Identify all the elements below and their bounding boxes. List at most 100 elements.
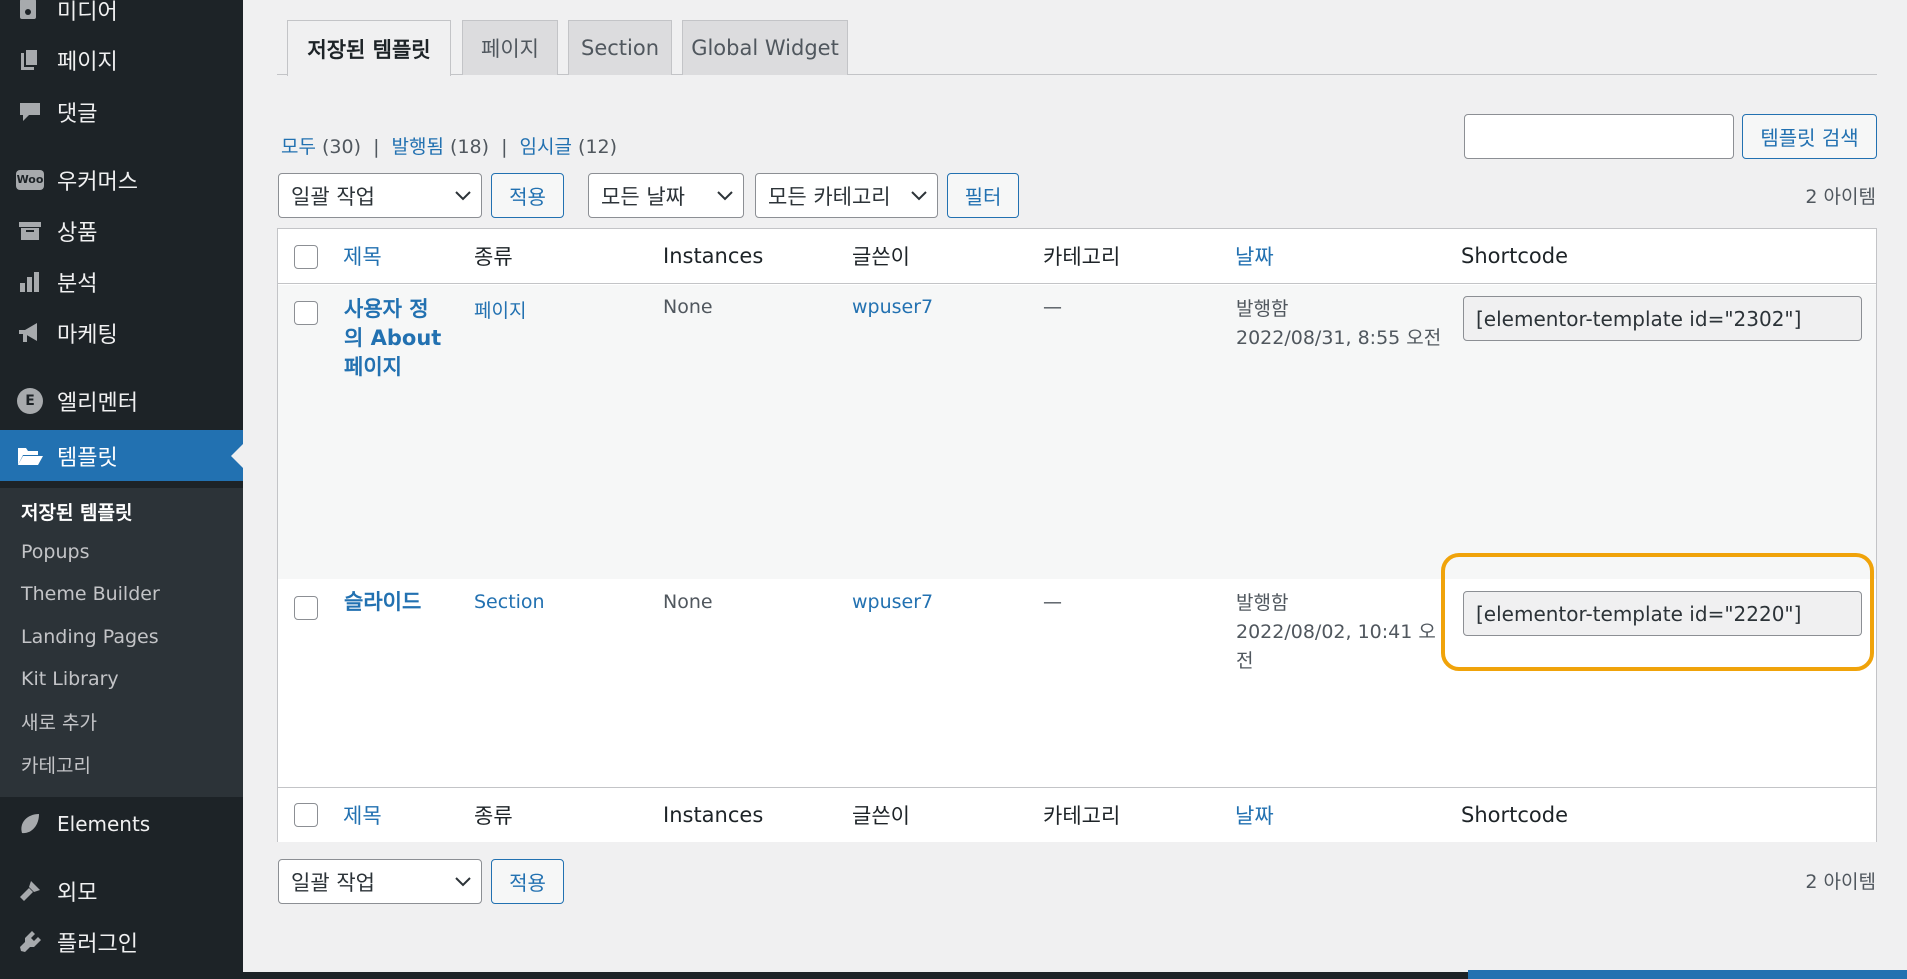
- sidebar-item-analytics[interactable]: 분석: [0, 260, 243, 304]
- sidebar-item-label: 우커머스: [57, 170, 138, 195]
- bulk-action-value: 일괄 작업: [291, 184, 375, 209]
- table-footer: 제목 종류 Instances 글쓴이 카테고리 날짜 Shortcode: [278, 787, 1876, 842]
- row-author-link[interactable]: wpuser7: [852, 296, 933, 318]
- status-link-all[interactable]: 모두 (30): [281, 136, 361, 158]
- sidebar-item-label: 플러그인: [57, 932, 138, 957]
- apply-button-top[interactable]: 적용: [491, 173, 564, 218]
- bulk-action-select-top[interactable]: 일괄 작업: [278, 173, 482, 218]
- chevron-down-icon: [911, 190, 927, 200]
- status-link-published[interactable]: 발행됨 (18): [392, 136, 490, 158]
- separator: |: [501, 136, 508, 158]
- woo-icon: Woo: [16, 166, 44, 194]
- shortcode-field[interactable]: [elementor-template id="2302"]: [1463, 296, 1862, 341]
- row-title-link[interactable]: 슬라이드: [344, 588, 421, 617]
- sidebar-item-label: 페이지: [57, 50, 118, 75]
- column-instances-header: Instances: [663, 244, 764, 268]
- bottom-edge-notice: [1468, 970, 1907, 979]
- status-link-draft[interactable]: 임시글 (12): [520, 136, 618, 158]
- chevron-down-icon: [455, 190, 471, 200]
- column-author-header: 글쓴이: [852, 245, 910, 269]
- title-line: 의 About: [344, 326, 442, 350]
- sidebar-item-label: 템플릿: [57, 445, 118, 471]
- row-category: —: [1043, 591, 1062, 613]
- plugin-icon: [16, 928, 44, 956]
- sidebar-item-elementor[interactable]: E 엘리멘터: [0, 379, 243, 423]
- submenu-item-theme-builder[interactable]: Theme Builder: [21, 583, 160, 605]
- filter-button[interactable]: 필터: [947, 173, 1019, 218]
- sidebar-item-appearance[interactable]: 외모: [0, 869, 243, 913]
- row-date: 발행함 2022/08/31, 8:55 오전: [1236, 295, 1441, 353]
- elementor-icon: E: [16, 387, 44, 415]
- column-shortcode-footer: Shortcode: [1461, 803, 1568, 827]
- chevron-down-icon: [717, 190, 733, 200]
- column-date-header[interactable]: 날짜: [1235, 241, 1274, 271]
- date-filter-select[interactable]: 모든 날짜: [588, 173, 744, 218]
- column-author-footer: 글쓴이: [852, 804, 910, 828]
- row-category: —: [1043, 296, 1062, 318]
- sidebar-item-label: 마케팅: [57, 323, 118, 348]
- title-line: 사용자 정: [344, 297, 429, 321]
- column-title-header[interactable]: 제목: [343, 241, 382, 271]
- select-all-checkbox-footer[interactable]: [294, 803, 318, 827]
- sidebar-item-templates[interactable]: 템플릿: [0, 430, 243, 481]
- search-templates-button[interactable]: 템플릿 검색: [1742, 114, 1877, 159]
- sidebar-item-plugins[interactable]: 플러그인: [0, 920, 243, 964]
- sidebar-submenu: 저장된 템플릿 Popups Theme Builder Landing Pag…: [0, 488, 243, 797]
- tab-saved-templates[interactable]: 저장된 템플릿: [287, 20, 451, 76]
- tab-page[interactable]: 페이지: [462, 20, 558, 75]
- date-filter-value: 모든 날짜: [601, 184, 685, 209]
- date-value: 2022/08/31, 8:55 오전: [1236, 327, 1442, 349]
- category-filter-select[interactable]: 모든 카테고리: [755, 173, 938, 218]
- submenu-item-saved-templates[interactable]: 저장된 템플릿: [21, 498, 133, 525]
- bulk-action-select-bottom[interactable]: 일괄 작업: [278, 859, 482, 904]
- row-checkbox[interactable]: [294, 596, 318, 620]
- date-status: 발행함: [1236, 298, 1289, 320]
- sidebar-item-label: 미디어: [57, 0, 118, 25]
- row-author-link[interactable]: wpuser7: [852, 591, 933, 613]
- submenu-item-add-new[interactable]: 새로 추가: [21, 708, 97, 735]
- column-category-footer: 카테고리: [1043, 804, 1121, 828]
- leaf-icon: [16, 810, 44, 838]
- sidebar-item-comments[interactable]: 댓글: [0, 90, 243, 134]
- row-checkbox[interactable]: [294, 301, 318, 325]
- archive-icon: [16, 217, 44, 245]
- column-date-footer[interactable]: 날짜: [1235, 800, 1274, 830]
- row-title-link[interactable]: 사용자 정 의 About 페이지: [344, 295, 444, 382]
- table-header: 제목 종류 Instances 글쓴이 카테고리 날짜 Shortcode: [278, 229, 1876, 284]
- admin-sidebar: 미디어 페이지 댓글 Woo 우커머스 상품 분석 마케팅 E 엘리멘터 템플릿…: [0, 0, 243, 979]
- sidebar-item-marketing[interactable]: 마케팅: [0, 311, 243, 355]
- sidebar-item-pages[interactable]: 페이지: [0, 38, 243, 82]
- media-icon: [16, 0, 44, 24]
- select-all-checkbox[interactable]: [294, 245, 318, 269]
- shortcode-highlight-annotation: [1441, 553, 1874, 671]
- chart-bar-icon: [16, 268, 44, 296]
- separator: |: [373, 136, 380, 158]
- date-status: 발행함: [1236, 592, 1289, 614]
- submenu-item-popups[interactable]: Popups: [21, 541, 89, 563]
- chevron-down-icon: [455, 876, 471, 886]
- column-title-footer[interactable]: 제목: [343, 800, 382, 830]
- submenu-item-kit-library[interactable]: Kit Library: [21, 668, 119, 690]
- sidebar-item-woocommerce[interactable]: Woo 우커머스: [0, 158, 243, 202]
- row-type-link[interactable]: Section: [474, 591, 545, 613]
- date-value: 전: [1236, 650, 1254, 672]
- row-instances: None: [663, 296, 713, 318]
- sidebar-item-media[interactable]: 미디어: [0, 0, 243, 32]
- sidebar-item-label: 상품: [57, 221, 98, 246]
- sidebar-item-label: Elements: [57, 812, 151, 836]
- submenu-item-categories[interactable]: 카테고리: [21, 751, 91, 778]
- tab-global-widget[interactable]: Global Widget: [682, 20, 848, 75]
- table-row: 사용자 정 의 About 페이지 페이지 None wpuser7 — 발행함…: [278, 285, 1876, 579]
- brush-icon: [16, 877, 44, 905]
- sidebar-item-elements[interactable]: Elements: [0, 802, 243, 846]
- submenu-item-landing-pages[interactable]: Landing Pages: [21, 626, 159, 648]
- row-type-link[interactable]: 페이지: [474, 296, 526, 323]
- apply-button-bottom[interactable]: 적용: [491, 859, 564, 904]
- sidebar-item-label: 외모: [57, 881, 98, 906]
- column-category-header: 카테고리: [1043, 245, 1121, 269]
- tab-section[interactable]: Section: [568, 20, 672, 75]
- search-input[interactable]: [1464, 114, 1734, 159]
- sidebar-item-products[interactable]: 상품: [0, 209, 243, 253]
- status-filter-links: 모두 (30) | 발행됨 (18) | 임시글 (12): [281, 132, 617, 159]
- megaphone-icon: [16, 319, 44, 347]
